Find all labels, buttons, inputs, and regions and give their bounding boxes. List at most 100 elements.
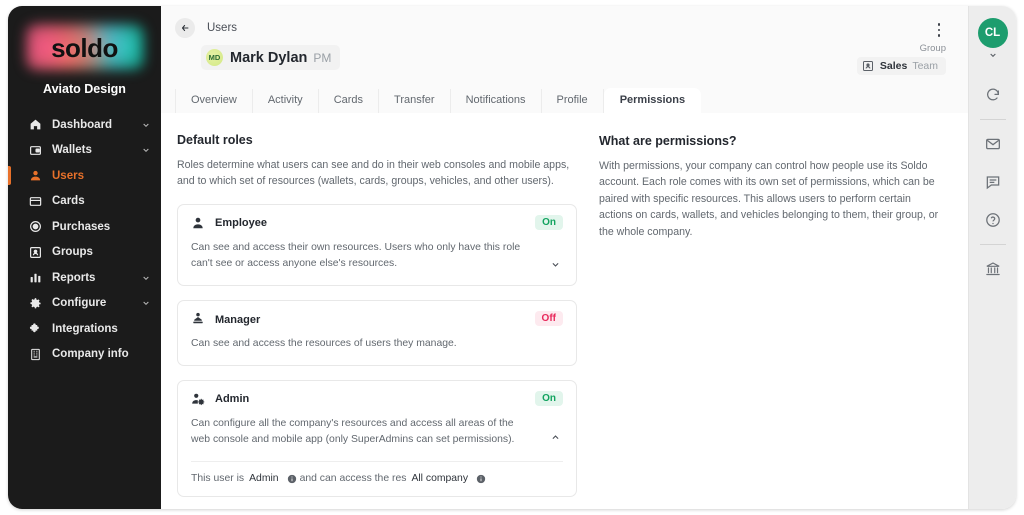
chevron-down-icon[interactable] [551,260,560,269]
more-vertical-icon[interactable] [932,22,946,38]
detail-prefix: This user is [191,473,245,485]
tab-notifications[interactable]: Notifications [451,89,542,113]
info-icon[interactable] [287,474,297,484]
sidebar-item-label: Cards [52,195,85,208]
group-label: Group [919,43,946,54]
account-avatar[interactable]: CL [977,18,1008,48]
sidebar-item-users[interactable]: Users [8,163,161,189]
employee-icon [191,216,206,231]
sidebar-item-label: Purchases [52,220,111,233]
chat-icon[interactable] [978,167,1008,197]
kebab-dot [937,23,941,26]
wallet-icon [28,143,43,158]
status-badge: On [535,390,563,406]
arrow-left-icon [180,23,190,33]
info-panel-body: With permissions, your company can contr… [599,160,939,238]
help-icon[interactable] [978,205,1008,235]
tab-transfer[interactable]: Transfer [379,89,451,113]
status-badge: On [535,214,563,230]
role-description: Can see and access the resources of user… [191,338,457,350]
sidebar-item-label: Users [52,169,84,182]
purchases-icon [28,219,43,234]
refresh-icon[interactable] [978,80,1008,110]
chevron-down-icon[interactable] [142,121,150,129]
role-header: Manager [191,312,563,327]
default-roles-description: Roles determine what users can see and d… [177,159,570,188]
tab-activity[interactable]: Activity [253,89,319,113]
role-card-admin[interactable]: Admin On Can configure all the company's… [177,379,577,498]
manager-icon [191,312,206,327]
role-card-manager[interactable]: Manager Off Can see and access the resou… [177,300,577,366]
group-badge-icon [862,60,874,72]
sidebar-item-label: Integrations [52,322,118,335]
user-role-label: PM [313,50,332,65]
sidebar-item-company-info[interactable]: Company info [8,342,161,368]
sidebar-item-integrations[interactable]: Integrations [8,316,161,342]
sidebar-item-configure[interactable]: Configure [8,291,161,317]
gear-icon [28,296,43,311]
back-button[interactable] [175,18,195,38]
sidebar-item-label: Wallets [52,144,92,157]
chevron-down-icon[interactable] [989,51,997,59]
chevron-up-icon[interactable] [551,433,560,442]
chevron-down-icon[interactable] [142,146,150,154]
sidebar-item-dashboard[interactable]: Dashboard [8,112,161,138]
group-pill[interactable]: Sales Team [856,57,946,75]
detail-middle: and can access the res [299,473,407,485]
user-icon [28,168,43,183]
sidebar-item-cards[interactable]: Cards [8,189,161,215]
avatar: MD [206,49,223,66]
tab-profile[interactable]: Profile [542,89,604,113]
sidebar-item-label: Company info [52,348,129,361]
role-description: Can see and access their own resources. … [191,241,521,270]
role-card-employee[interactable]: Employee On Can see and access their own… [177,203,577,287]
tab-permissions[interactable]: Permissions [603,88,702,114]
detail-role-value[interactable]: Admin [249,473,278,484]
sidebar-item-groups[interactable]: Groups [8,240,161,266]
default-roles-title: Default roles [177,133,253,147]
right-rail: CL [968,6,1016,509]
role-name: Employee [215,217,267,230]
role-name: Manager [215,313,261,326]
sidebar-item-purchases[interactable]: Purchases [8,214,161,240]
tab-panel-permissions: Default roles Roles determine what users… [161,113,968,509]
company-name: Aviato Design [43,82,126,96]
tab-overview[interactable]: Overview [175,89,253,113]
group-name: Sales [879,60,908,72]
status-badge: Off [534,311,563,327]
rail-divider [979,119,1006,120]
role-header: Admin [191,392,563,407]
page-title: Mark Dylan [230,49,308,66]
role-description: Can configure all the company's resource… [191,417,515,446]
mail-icon[interactable] [978,129,1008,159]
sidebar-item-label: Configure [52,297,107,310]
role-name: Admin [215,393,250,406]
permissions-info-column: What are permissions? With permissions, … [599,133,946,509]
role-header: Employee [191,216,563,231]
sidebar-item-wallets[interactable]: Wallets [8,138,161,164]
app-window: soldo Aviato Design Dashboard Wallets Us… [8,6,1016,509]
chevron-down-icon[interactable] [142,299,150,307]
breadcrumb: Users [175,18,950,38]
puzzle-icon [28,321,43,336]
rail-divider [979,244,1006,245]
breadcrumb-label[interactable]: Users [207,22,237,34]
page-header: Users MD Mark Dylan PM Group Sales Team [161,6,968,86]
group-info: Group Sales Team [856,43,946,77]
card-icon [28,194,43,209]
tab-cards[interactable]: Cards [319,89,380,113]
brand-logo: soldo [8,18,161,78]
sidebar-item-label: Dashboard [52,118,113,131]
admin-detail-row: This user is Admin and can access the re… [191,461,563,484]
building-icon [28,347,43,362]
detail-scope-value[interactable]: All company [411,473,468,484]
bank-icon[interactable] [978,254,1008,284]
chevron-down-icon[interactable] [142,274,150,282]
user-identity-pill[interactable]: MD Mark Dylan PM [201,45,341,70]
info-icon[interactable] [476,474,486,484]
main-area: Users MD Mark Dylan PM Group Sales Team … [161,6,968,509]
sidebar-item-label: Reports [52,271,96,284]
info-panel-title: What are permissions? [599,134,737,148]
sidebar-item-reports[interactable]: Reports [8,265,161,291]
active-indicator [8,166,11,185]
